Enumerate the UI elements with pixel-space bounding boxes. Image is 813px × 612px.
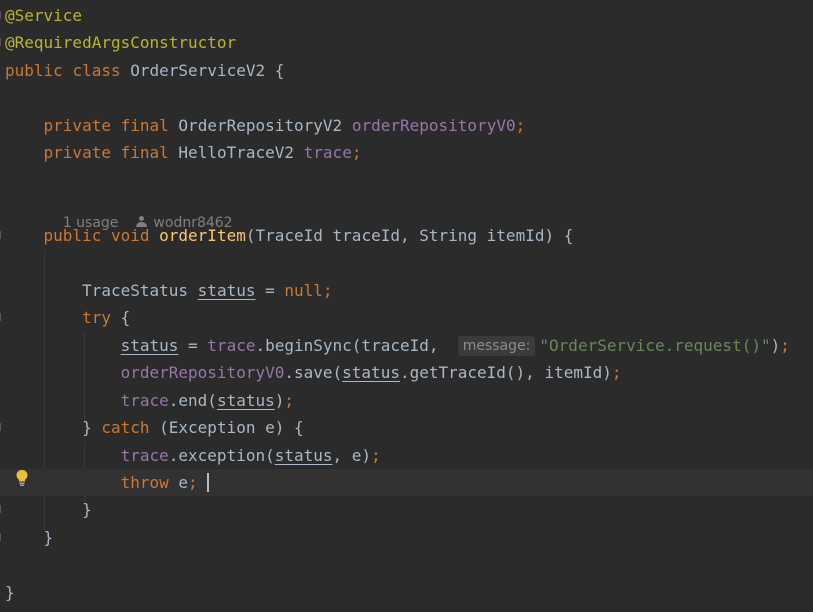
variable: status: [216, 391, 275, 410]
field-name: trace: [207, 336, 256, 355]
keyword: try: [82, 308, 111, 327]
code-line[interactable]: } catch (Exception e) {: [0, 414, 813, 441]
code-editor[interactable]: @Service @RequiredArgsConstructor public…: [0, 0, 813, 612]
annotation: @Service: [5, 6, 83, 25]
code-line[interactable]: status = trace.beginSync(traceId, messag…: [0, 332, 813, 359]
code-line[interactable]: private final HelloTraceV2 trace;: [0, 139, 813, 166]
code-line[interactable]: public void orderItem(TraceId traceId, S…: [0, 222, 813, 249]
code-line[interactable]: trace.exception(status, e);: [0, 442, 813, 469]
field-name: trace: [303, 143, 352, 162]
parameter-hint: message:: [457, 336, 536, 356]
code-line[interactable]: private final OrderRepositoryV2 orderRep…: [0, 112, 813, 139]
code-line[interactable]: }: [0, 524, 813, 551]
method-call: .exception(: [168, 446, 275, 465]
method-call: .getTraceId(), itemId): [399, 363, 612, 382]
string-literal: "OrderService.request()": [539, 336, 771, 355]
method-name: orderItem: [159, 226, 246, 245]
code-line[interactable]: trace.end(status);: [0, 387, 813, 414]
variable: status: [342, 363, 400, 382]
type-name: TraceStatus: [82, 281, 189, 300]
code-line-current[interactable]: throw e;: [0, 469, 813, 496]
code-line[interactable]: try {: [0, 304, 813, 331]
variable: status: [120, 336, 179, 355]
keyword: private: [43, 116, 111, 135]
code-line[interactable]: TraceStatus status = null;: [0, 277, 813, 304]
field-name: orderRepositoryV0: [120, 363, 285, 382]
text-caret: [207, 473, 210, 492]
variable: e: [178, 473, 189, 492]
method-call: .beginSync(traceId,: [255, 336, 439, 355]
keyword: private: [43, 143, 111, 162]
field-name: trace: [120, 446, 169, 465]
keyword: throw: [120, 473, 169, 492]
keyword: void: [110, 226, 150, 245]
keyword: catch: [101, 418, 150, 437]
code-line[interactable]: }: [0, 496, 813, 523]
code-line[interactable]: orderRepositoryV0.save(status.getTraceId…: [0, 359, 813, 386]
variable: status: [274, 446, 333, 465]
catch-params: (Exception e) {: [159, 418, 304, 437]
keyword: null: [284, 281, 323, 300]
method-args: , e): [332, 446, 372, 465]
keyword: public: [43, 226, 102, 245]
keyword: final: [120, 116, 169, 135]
keyword: class: [72, 61, 121, 80]
field-name: trace: [120, 391, 169, 410]
code-line[interactable]: @RequiredArgsConstructor: [0, 29, 813, 56]
code-line[interactable]: }: [0, 579, 813, 606]
code-line[interactable]: @Service: [0, 2, 813, 29]
field-name: orderRepositoryV0: [351, 116, 516, 135]
keyword: public: [5, 61, 63, 80]
method-params: (TraceId traceId, String itemId): [245, 226, 555, 245]
method-call: .end(: [168, 391, 217, 410]
type-name: HelloTraceV2: [178, 143, 295, 162]
annotation: @RequiredArgsConstructor: [5, 33, 237, 52]
keyword: final: [120, 143, 169, 162]
type-name: OrderRepositoryV2: [178, 116, 343, 135]
class-name: OrderServiceV2: [130, 61, 266, 80]
method-call: .save(: [284, 363, 343, 382]
lightbulb-icon[interactable]: [15, 469, 29, 487]
code-line[interactable]: public class OrderServiceV2 {: [0, 57, 813, 84]
variable: status: [197, 281, 256, 300]
